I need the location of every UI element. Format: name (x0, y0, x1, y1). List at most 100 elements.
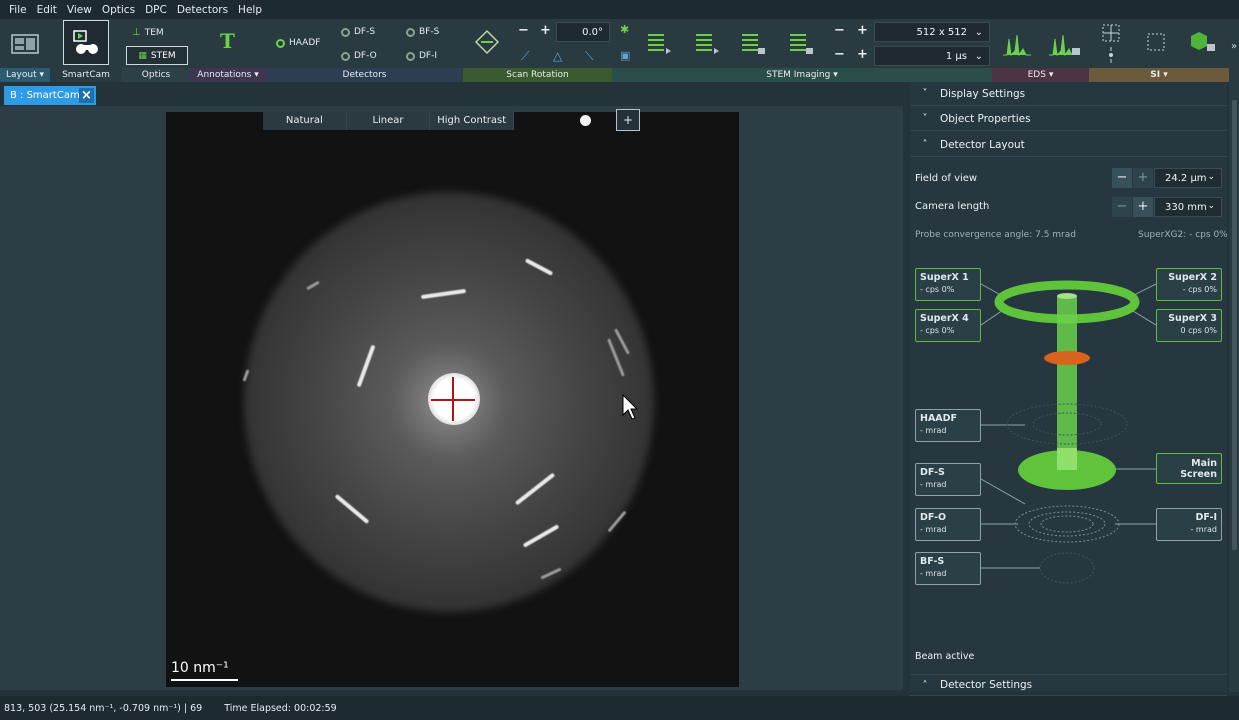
annotations-menu[interactable]: Annotations ▾ (190, 68, 266, 82)
menu-bar: File Edit View Optics DPC Detectors Help (0, 0, 1239, 19)
dfi-dot-icon (406, 51, 415, 61)
scan-continuous-icon[interactable] (694, 31, 720, 57)
bfs-label: BF-S (419, 27, 440, 37)
scan-rotation-icon[interactable] (474, 29, 500, 55)
object-properties-label: Object Properties (940, 112, 1031, 125)
si-area-icon[interactable] (1145, 31, 1167, 53)
object-properties-header[interactable]: ˅ Object Properties (910, 107, 1227, 131)
fov-plus-button[interactable]: + (1133, 168, 1153, 188)
contrast-high-button[interactable]: High Contrast (430, 111, 515, 130)
si-grid-icon[interactable] (1101, 23, 1121, 43)
stem-button[interactable]: ▦ STEM (126, 46, 188, 65)
si-acquire-icon[interactable] (1189, 29, 1217, 55)
chevron-down-icon: ⌄ (974, 50, 983, 62)
beam-status-text: Beam active (915, 651, 975, 662)
detector-layout-label: Detector Layout (940, 138, 1025, 151)
probe-convergence-text: Probe convergence angle: 7.5 mrad (915, 230, 1076, 240)
crosshair-toggle-icon[interactable]: + (616, 109, 640, 131)
contrast-natural-button[interactable]: Natural (263, 111, 347, 130)
detector-main-screen[interactable]: Main Screen (1156, 453, 1222, 484)
haadf-label: HAADF (289, 38, 321, 48)
detector-settings-header[interactable]: ˄ Detector Settings (910, 674, 1227, 696)
record-video-icon[interactable] (788, 31, 814, 57)
detector-haadf[interactable]: HAADF - mrad (915, 409, 981, 442)
si-point-icon[interactable] (1101, 45, 1121, 65)
haadf-dot-icon (276, 38, 285, 48)
detector-dfs[interactable]: DF-S - mrad (915, 463, 981, 496)
detector-name: Main Screen (1180, 457, 1217, 480)
rotate-reset-icon[interactable]: △ (553, 49, 562, 63)
fov-minus-button[interactable]: − (1112, 168, 1132, 188)
eds-menu[interactable]: EDS ▾ (992, 68, 1089, 82)
resolution-minus-button[interactable]: − (834, 23, 845, 38)
dfs-dot-icon (341, 27, 350, 37)
eds-acquire-icon[interactable] (1048, 31, 1082, 57)
tem-button[interactable]: ⊥ TEM (132, 27, 164, 38)
cursor-coordinates: 813, 503 (25.154 nm⁻¹, -0.709 nm⁻¹) | 69 (4, 702, 203, 714)
menu-edit[interactable]: Edit (32, 4, 62, 16)
detector-name: HAADF (920, 413, 958, 424)
detector-dfo[interactable]: DF-O - mrad (915, 508, 981, 541)
detector-superx1[interactable]: SuperX 1 - cps 0% (915, 268, 981, 301)
field-of-view-select[interactable]: 24.2 µm ⌄ (1154, 168, 1222, 188)
close-icon[interactable]: × (79, 88, 94, 103)
stem-imaging-menu[interactable]: STEM Imaging ▾ (612, 68, 992, 82)
detector-bfs[interactable]: BF-S - mrad (915, 552, 981, 585)
detector-superx3[interactable]: SuperX 3 0 cps 0% (1156, 309, 1222, 342)
detector-superx2[interactable]: SuperX 2 - cps 0% (1156, 268, 1222, 301)
mouse-cursor-icon (622, 394, 638, 420)
rotate-left-icon[interactable]: ⟋ (521, 49, 529, 64)
layout-icon[interactable] (11, 33, 39, 57)
menu-detectors[interactable]: Detectors (172, 4, 233, 16)
optics-group: ⊥ TEM ▦ STEM Optics (122, 19, 190, 82)
stem-icon: ▦ (138, 50, 147, 61)
si-menu[interactable]: SI ▾ (1089, 68, 1229, 82)
eds-label: EDS (1027, 70, 1046, 80)
detector-name: BF-S (920, 556, 945, 567)
dfo-toggle[interactable]: DF-O (341, 51, 377, 61)
menu-file[interactable]: File (4, 4, 32, 16)
detector-superx4[interactable]: SuperX 4 - cps 0% (915, 309, 981, 342)
smartcam-button[interactable] (63, 20, 109, 65)
rotation-plus-button[interactable]: + (540, 23, 551, 38)
text-annotation-icon[interactable]: T (220, 29, 235, 53)
layout-menu[interactable]: Layout ▾ (0, 68, 50, 82)
cl-plus-button[interactable]: + (1133, 197, 1153, 217)
frame-icon[interactable]: ▣ (620, 49, 630, 62)
tab-smartcam[interactable]: B : SmartCam × (4, 86, 96, 105)
rotation-minus-button[interactable]: − (518, 23, 529, 38)
rotate-right-icon[interactable]: ⟍ (585, 49, 593, 64)
display-settings-header[interactable]: ˅ Display Settings (910, 82, 1227, 106)
menu-view[interactable]: View (62, 4, 97, 16)
menu-help[interactable]: Help (233, 4, 267, 16)
scan-rotation-group: − + 0.0° ⟋ △ ⟍ Scan Rotation (463, 19, 612, 82)
scan-rotation-field[interactable]: 0.0° (556, 22, 610, 42)
eds-spectrum-icon[interactable] (1002, 31, 1032, 57)
detector-layout-header[interactable]: ˄ Detector Layout (910, 133, 1227, 157)
detector-dfi[interactable]: DF-I - mrad (1156, 508, 1222, 541)
menu-dpc[interactable]: DPC (140, 4, 172, 16)
contrast-slider-knob[interactable] (580, 115, 591, 126)
menu-optics[interactable]: Optics (97, 4, 140, 16)
detector-name: SuperX 1 (920, 272, 969, 283)
dfs-toggle[interactable]: DF-S (341, 27, 375, 37)
dwell-plus-button[interactable]: + (857, 47, 868, 62)
pin-icon[interactable]: ✱ (620, 23, 629, 36)
panel-scrollbar-thumb[interactable] (1232, 100, 1237, 550)
dwell-minus-button[interactable]: − (834, 47, 845, 62)
scale-bar-label: 10 nm⁻¹ (171, 660, 229, 676)
scan-single-icon[interactable] (646, 31, 672, 57)
cl-minus-button[interactable]: − (1112, 197, 1132, 217)
dfi-toggle[interactable]: DF-I (406, 51, 437, 61)
display-settings-label: Display Settings (940, 87, 1026, 100)
camera-length-select[interactable]: 330 mm ⌄ (1154, 197, 1222, 217)
ribbon-overflow-icon[interactable]: » (1231, 41, 1237, 52)
resolution-plus-button[interactable]: + (857, 23, 868, 38)
contrast-linear-button[interactable]: Linear (347, 111, 431, 130)
diffraction-image[interactable] (166, 112, 739, 687)
acquire-image-icon[interactable] (740, 31, 766, 57)
haadf-toggle[interactable]: HAADF (276, 38, 320, 48)
resolution-select[interactable]: 512 x 512 ⌄ (874, 22, 990, 42)
dwell-time-select[interactable]: 1 µs ⌄ (874, 46, 990, 66)
bfs-toggle[interactable]: BF-S (406, 27, 439, 37)
